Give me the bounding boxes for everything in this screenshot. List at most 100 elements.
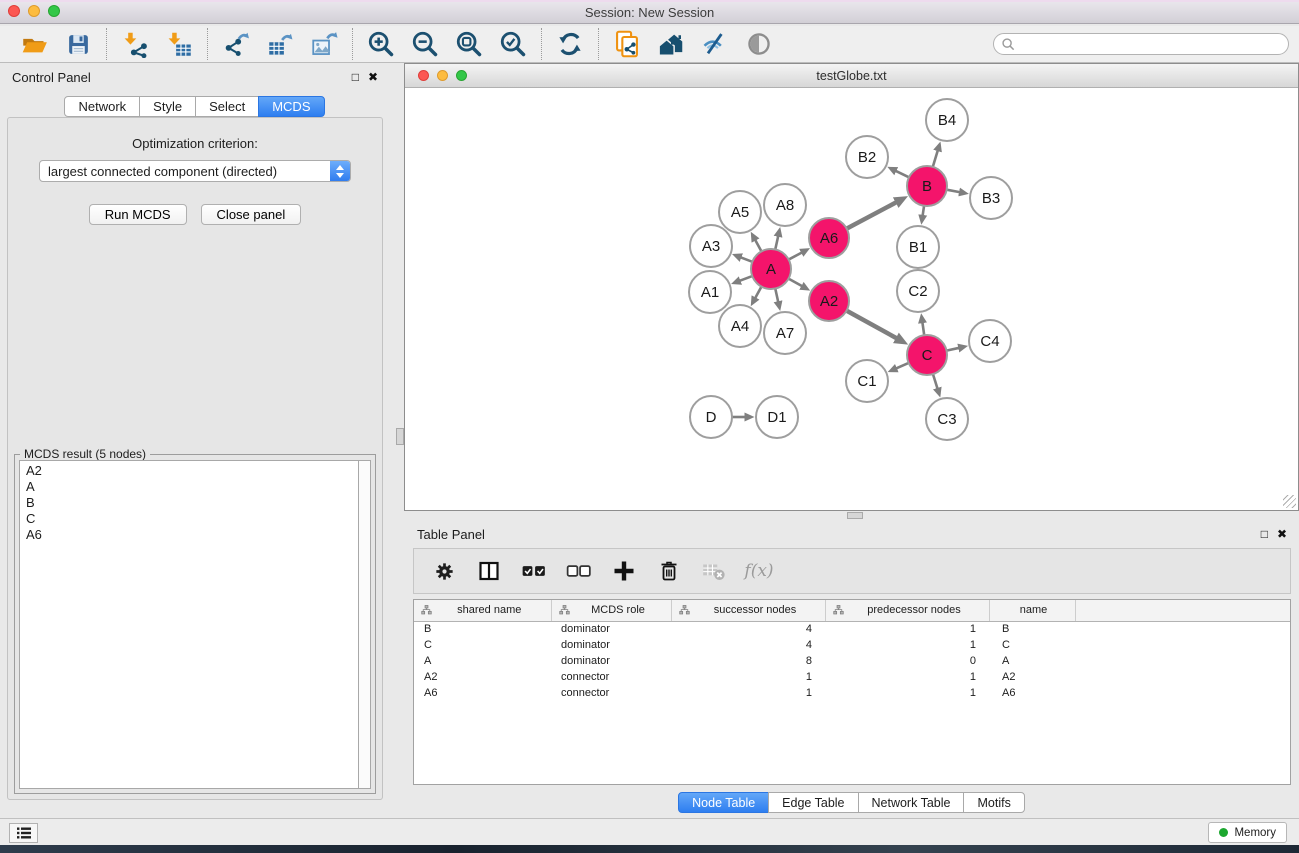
graph-edge-A-A4[interactable]	[755, 287, 761, 298]
graph-edge-C-C3[interactable]	[933, 374, 937, 388]
tab-edge-table[interactable]: Edge Table	[768, 792, 858, 813]
graph-edge-A-A2[interactable]	[789, 279, 802, 286]
memory-button[interactable]: Memory	[1208, 822, 1287, 843]
zoom-selected-button[interactable]	[498, 29, 528, 59]
show-all-button[interactable]	[744, 29, 774, 59]
table-row[interactable]: A6connector11A6	[414, 685, 1290, 701]
network-minimize-button[interactable]	[437, 70, 448, 81]
result-item[interactable]: A2	[26, 463, 352, 479]
import-network-button[interactable]	[120, 29, 150, 59]
vertical-splitter-handle[interactable]	[396, 428, 404, 445]
column-header-predecessor-nodes[interactable]: predecessor nodes	[825, 600, 989, 621]
horizontal-splitter-handle[interactable]	[847, 512, 863, 519]
tab-network[interactable]: Network	[64, 96, 140, 117]
first-neighbors-button[interactable]	[656, 29, 686, 59]
window-title: Session: New Session	[585, 5, 714, 20]
graph-edge-C-C1[interactable]	[896, 363, 908, 368]
resize-grip-icon[interactable]	[1283, 495, 1296, 508]
search-input[interactable]	[1016, 35, 1288, 53]
table-row[interactable]: Cdominator41C	[414, 637, 1290, 653]
column-header-name[interactable]: name	[989, 600, 1075, 621]
table-row[interactable]: Adominator80A	[414, 653, 1290, 669]
float-panel-icon[interactable]: □	[352, 71, 359, 83]
graph-edge-A-A6[interactable]	[789, 253, 802, 260]
graph-edge-B-B2[interactable]	[896, 171, 909, 177]
criterion-dropdown[interactable]: largest connected component (directed)	[39, 160, 351, 182]
minimize-window-button[interactable]	[28, 5, 40, 17]
function-builder-button[interactable]: f(x)	[744, 556, 774, 586]
tab-node-table[interactable]: Node Table	[678, 792, 769, 813]
table-options-button[interactable]	[429, 556, 459, 586]
column-header-filler	[1075, 600, 1290, 621]
delete-row-button[interactable]	[654, 556, 684, 586]
network-zoom-button[interactable]	[456, 70, 467, 81]
open-session-button[interactable]	[19, 29, 49, 59]
export-image-icon	[311, 31, 338, 58]
graph-edge-A-A5[interactable]	[755, 240, 761, 251]
graph-edge-A-A3[interactable]	[741, 257, 752, 261]
table-row[interactable]: A2connector11A2	[414, 669, 1290, 685]
close-panel-icon[interactable]: ✖	[368, 71, 378, 83]
new-network-from-selection-button[interactable]	[612, 29, 642, 59]
export-network-icon	[223, 31, 250, 58]
graph-edge-A-A1[interactable]	[740, 276, 752, 281]
mcds-result-list[interactable]: A2ABCA6	[19, 460, 358, 789]
column-header-shared-name[interactable]: shared name	[414, 600, 551, 621]
deselect-all-button[interactable]	[564, 556, 594, 586]
close-window-button[interactable]	[8, 5, 20, 17]
result-item[interactable]: C	[26, 511, 352, 527]
graph-edge-A-A7[interactable]	[775, 289, 778, 302]
result-scrollbar[interactable]	[358, 460, 371, 789]
graph-edge-C-C2[interactable]	[922, 323, 924, 336]
table-row[interactable]: Bdominator41B	[414, 621, 1290, 637]
column-header-successor-nodes[interactable]: successor nodes	[671, 600, 825, 621]
export-image-button[interactable]	[309, 29, 339, 59]
export-network-button[interactable]	[221, 29, 251, 59]
graph-edge-B-B4[interactable]	[933, 151, 938, 167]
delete-table-button[interactable]	[699, 556, 729, 586]
graph-edge-A-A8[interactable]	[775, 236, 778, 249]
select-all-button[interactable]	[519, 556, 549, 586]
search-field[interactable]	[993, 33, 1289, 55]
graph-edge-A2-C[interactable]	[847, 311, 897, 338]
graph-edge-C-C4[interactable]	[947, 348, 959, 351]
refresh-icon	[557, 31, 583, 57]
import-table-button[interactable]	[164, 29, 194, 59]
refresh-view-button[interactable]	[555, 29, 585, 59]
show-column-button[interactable]	[474, 556, 504, 586]
tab-network-table[interactable]: Network Table	[858, 792, 965, 813]
network-canvas[interactable]: AA1A2A3A4A5A6A7A8BB1B2B3B4CC1C2C3C4DD1	[405, 88, 1298, 510]
tab-motifs[interactable]: Motifs	[963, 792, 1024, 813]
network-window-titlebar: testGlobe.txt	[405, 64, 1298, 88]
run-mcds-button[interactable]: Run MCDS	[89, 204, 187, 225]
close-table-panel-icon[interactable]: ✖	[1277, 528, 1287, 540]
close-panel-button[interactable]: Close panel	[201, 204, 302, 225]
zoom-in-icon	[367, 30, 395, 58]
task-history-button[interactable]	[9, 823, 38, 843]
network-close-button[interactable]	[418, 70, 429, 81]
zoom-out-button[interactable]	[410, 29, 440, 59]
column-header-mcds-role[interactable]: MCDS role	[551, 600, 671, 621]
graph-node-label-C1: C1	[857, 373, 876, 390]
window-titlebar: Session: New Session	[0, 0, 1299, 24]
tab-select[interactable]: Select	[195, 96, 259, 117]
zoom-in-button[interactable]	[366, 29, 396, 59]
hide-selected-button[interactable]	[700, 29, 730, 59]
export-table-button[interactable]	[265, 29, 295, 59]
tab-mcds[interactable]: MCDS	[258, 96, 324, 117]
save-session-button[interactable]	[63, 29, 93, 59]
tab-style[interactable]: Style	[139, 96, 196, 117]
result-item[interactable]: B	[26, 495, 352, 511]
add-row-button[interactable]	[609, 556, 639, 586]
result-item[interactable]: A	[26, 479, 352, 495]
graph-edge-B-B3[interactable]	[947, 190, 960, 192]
zoom-selected-icon	[499, 30, 527, 58]
graph-edge-B-B1[interactable]	[923, 206, 924, 216]
zoom-window-button[interactable]	[48, 5, 60, 17]
graph-node-label-B2: B2	[858, 149, 876, 166]
result-item[interactable]: A6	[26, 527, 352, 543]
graph-edge-A6-B[interactable]	[847, 202, 896, 228]
float-table-panel-icon[interactable]: □	[1261, 528, 1268, 540]
save-icon	[66, 32, 91, 57]
fit-content-button[interactable]	[454, 29, 484, 59]
